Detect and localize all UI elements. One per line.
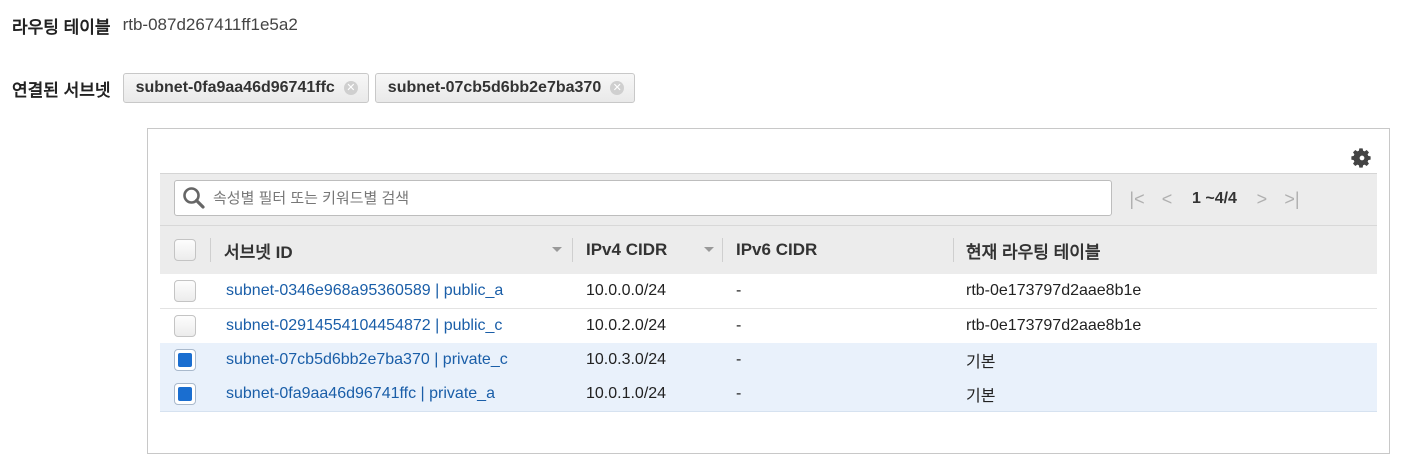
table-header: 서브넷 ID IPv4 CIDR IPv6 CIDR 현재 라우팅 테이블 [160,225,1377,274]
column-divider [572,238,573,262]
gear-icon[interactable] [1351,147,1373,169]
subnet-id-link[interactable]: subnet-02914554104454872 | public_c [226,309,502,343]
ipv6-cidr: - [736,351,742,368]
column-header-route-table[interactable]: 현재 라우팅 테이블 [966,226,1101,274]
search-box[interactable] [174,180,1112,216]
column-divider [210,238,211,262]
column-header-ipv6[interactable]: IPv6 CIDR [736,226,817,274]
subnet-id-link[interactable]: subnet-0346e968a95360589 | public_a [226,274,503,308]
row-checkbox[interactable] [174,315,196,337]
ipv6-cidr: - [736,385,742,402]
ipv4-cidr: 10.0.2.0/24 [586,317,667,334]
column-divider [953,238,954,262]
route-table-label: 라우팅 테이블 [12,17,111,37]
ipv6-cidr: - [736,317,742,334]
table-row[interactable]: subnet-07cb5d6bb2e7ba370 | private_c 10.… [160,343,1377,378]
select-all-checkbox[interactable] [174,239,196,261]
column-header-subnet-id[interactable]: 서브넷 ID [224,226,568,274]
row-checkbox-cell [174,377,196,411]
column-header-label: IPv6 CIDR [736,240,818,259]
route-table-row: 라우팅 테이블 rtb-087d267411ff1e5a2 [12,12,298,38]
search-input[interactable] [211,188,1095,208]
ipv6-cidr: - [736,282,742,299]
column-header-ipv4[interactable]: IPv4 CIDR [586,226,720,274]
subnet-id-link[interactable]: subnet-07cb5d6bb2e7ba370 | private_c [226,343,508,377]
column-divider [722,238,723,262]
associated-subnets-label: 연결된 서브넷 [12,80,111,100]
sort-down-icon[interactable] [704,247,714,252]
column-header-label: IPv4 CIDR [586,240,668,259]
remove-chip-icon[interactable]: ✕ [610,81,625,95]
current-route-table: 기본 [966,388,996,405]
row-checkbox-cell [174,309,196,343]
subnet-table-panel: |< < 1 ~4/4 > >| 서브넷 ID IPv4 CIDR IPv6 C… [147,128,1390,454]
pagination: |< < 1 ~4/4 > >| [1126,188,1311,210]
ipv4-cidr: 10.0.0.0/24 [586,282,667,299]
last-page-icon[interactable]: >| [1281,189,1303,210]
row-checkbox[interactable] [174,349,196,371]
subnet-chip: subnet-0fa9aa46d96741ffc ✕ [122,73,369,103]
subnet-chip-label: subnet-0fa9aa46d96741ffc [135,79,335,96]
column-header-label: 서브넷 ID [224,242,293,262]
search-icon [183,187,205,209]
ipv4-cidr: 10.0.3.0/24 [586,351,667,368]
page-indicator: 1 ~4/4 [1192,190,1237,207]
row-checkbox[interactable] [174,280,196,302]
first-page-icon[interactable]: |< [1126,189,1148,210]
row-checkbox-cell [174,274,196,308]
current-route-table: rtb-0e173797d2aae8b1e [966,317,1142,334]
ipv4-cidr: 10.0.1.0/24 [586,385,667,402]
column-header-label: 현재 라우팅 테이블 [966,242,1101,262]
subnet-chip: subnet-07cb5d6bb2e7ba370 ✕ [374,73,636,103]
row-checkbox[interactable] [174,383,196,405]
sort-down-icon[interactable] [552,247,562,252]
subnet-id-link[interactable]: subnet-0fa9aa46d96741ffc | private_a [226,377,495,411]
subnet-chip-label: subnet-07cb5d6bb2e7ba370 [387,79,602,96]
current-route-table: 기본 [966,354,996,371]
route-table-value: rtb-087d267411ff1e5a2 [122,15,298,34]
select-all-cell [174,226,196,274]
table-row[interactable]: subnet-0346e968a95360589 | public_a 10.0… [160,274,1377,309]
table-toolbar: |< < 1 ~4/4 > >| [160,173,1377,226]
next-page-icon[interactable]: > [1251,189,1273,210]
prev-page-icon[interactable]: < [1156,189,1178,210]
remove-chip-icon[interactable]: ✕ [343,81,358,95]
table-row[interactable]: subnet-0fa9aa46d96741ffc | private_a 10.… [160,377,1377,412]
row-checkbox-cell [174,343,196,377]
table-row[interactable]: subnet-02914554104454872 | public_c 10.0… [160,309,1377,344]
associated-subnets-row: 연결된 서브넷 subnet-0fa9aa46d96741ffc ✕ subne… [12,72,641,104]
current-route-table: rtb-0e173797d2aae8b1e [966,282,1142,299]
